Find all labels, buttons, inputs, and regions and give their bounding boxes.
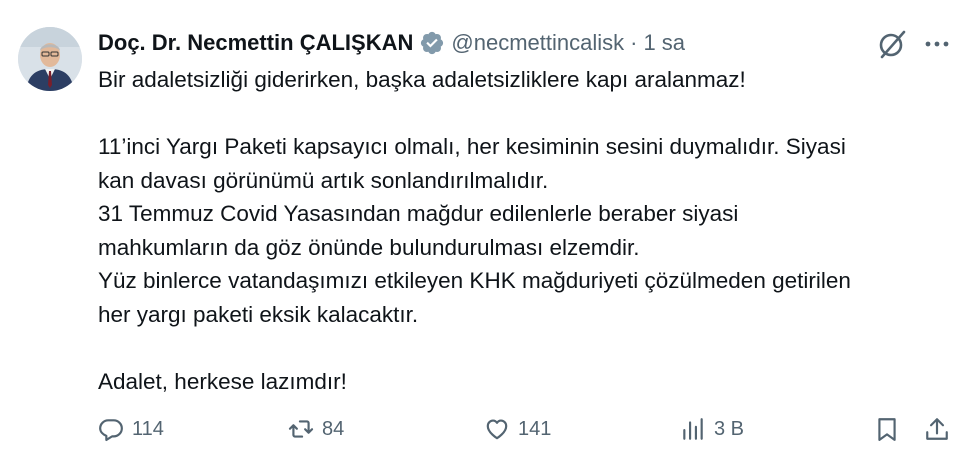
repost-button[interactable]: 84 (288, 412, 344, 446)
author-handle[interactable]: @necmettincalisk (451, 30, 624, 56)
post-text-line: her yargı paketi eksik kalacaktır. (98, 301, 419, 327)
post-text: Bir adaletsizliği giderirken, başka adal… (98, 63, 958, 398)
views-button[interactable]: 3 B (680, 412, 744, 446)
post-timestamp[interactable]: 1 sa (643, 30, 685, 56)
post-text-line (98, 331, 958, 365)
post-text-line: 31 Temmuz Covid Yasasından mağdur edilen… (98, 201, 739, 226)
repost-count: 84 (322, 417, 345, 440)
bookmark-button[interactable] (874, 412, 900, 446)
post-text-line: Yüz binlerce vatandaşımızı etkileyen KHK… (98, 268, 851, 293)
post-text-line (98, 97, 958, 131)
reply-button[interactable]: 114 (98, 412, 164, 446)
post-text-line: 11’inci Yargı Paketi kapsayıcı olmalı, h… (98, 134, 846, 159)
verified-badge-icon[interactable] (419, 30, 445, 56)
reply-icon (99, 419, 123, 442)
post-text-line: Adalet, herkese lazımdır! (98, 368, 347, 394)
avatar[interactable] (18, 27, 82, 91)
like-button[interactable]: 141 (484, 412, 551, 446)
repost-icon (288, 420, 314, 438)
post-text-line: mahkumların da göz önünde bulundurulması… (98, 234, 640, 260)
grok-icon[interactable] (876, 28, 908, 60)
share-button[interactable] (924, 412, 950, 446)
avatar-image (18, 27, 82, 91)
author-name[interactable]: Doç. Dr. Necmettin ÇALIŞKAN (98, 30, 413, 56)
views-icon (683, 418, 703, 440)
separator-dot: · (630, 30, 638, 55)
bookmark-icon (878, 418, 896, 441)
heart-icon (486, 419, 508, 440)
more-icon[interactable] (918, 28, 956, 60)
like-count: 141 (518, 417, 552, 440)
post-header: Doç. Dr. Necmettin ÇALIŞKAN @necmettinca… (98, 28, 850, 58)
reply-count: 114 (132, 417, 164, 440)
post-text-line: kan davası görünümü artık sonlandırılmal… (98, 167, 549, 193)
post-text-line: Bir adaletsizliği giderirken, başka adal… (98, 67, 746, 92)
action-bar: 114 84 141 3 B (98, 412, 958, 446)
share-icon (926, 418, 948, 440)
views-count: 3 B (714, 417, 745, 440)
